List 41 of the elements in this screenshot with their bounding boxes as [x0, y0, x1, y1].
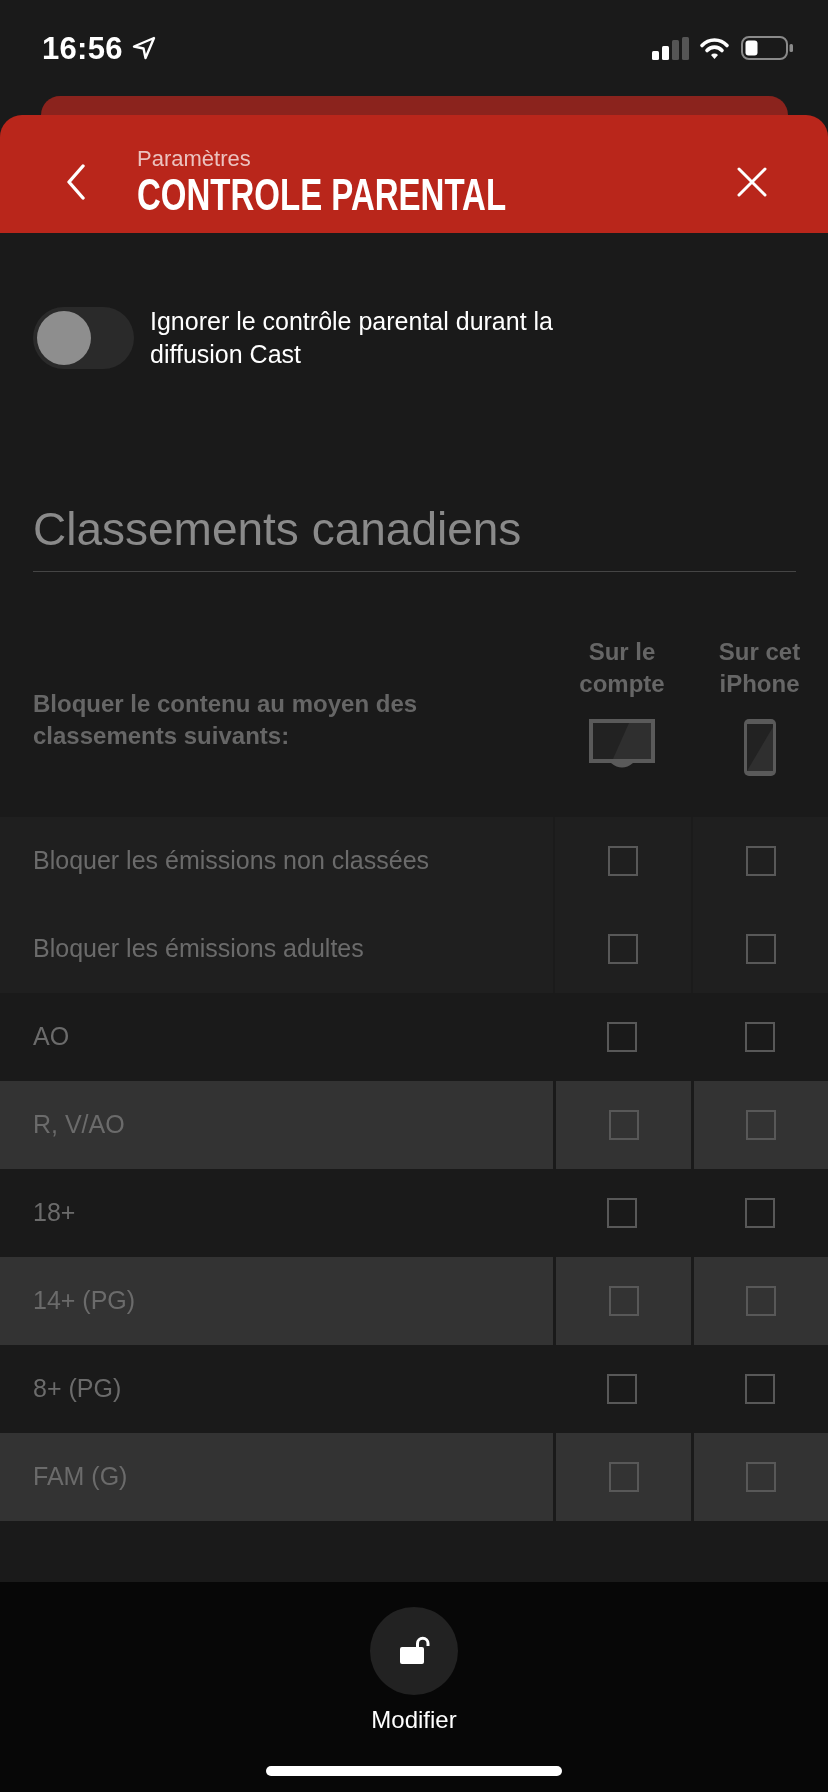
row-label: 8+ (PG): [32, 1373, 123, 1405]
section-title: Classements canadiens: [32, 502, 523, 557]
checkbox[interactable]: [607, 1022, 637, 1052]
smartphone-icon: [743, 719, 776, 776]
row-label: AO: [32, 1021, 71, 1053]
header-title: CONTROLE PARENTAL: [137, 172, 507, 217]
checkbox[interactable]: [745, 934, 776, 964]
checkbox[interactable]: [608, 934, 638, 964]
checkbox[interactable]: [608, 1462, 639, 1492]
checkbox[interactable]: [608, 1110, 639, 1140]
checkbox[interactable]: [744, 1198, 775, 1228]
header-subtitle: Paramètres: [137, 146, 251, 171]
battery-icon: [741, 36, 793, 60]
checkbox[interactable]: [607, 1198, 637, 1228]
checkbox[interactable]: [607, 1374, 637, 1404]
checkbox[interactable]: [744, 1374, 775, 1404]
checkbox[interactable]: [745, 846, 776, 876]
column-header: Sur cet iPhone: [717, 637, 802, 699]
checkbox[interactable]: [746, 1462, 776, 1492]
table-heading: Bloquer le contenu au moyen des classements suivants:: [32, 689, 419, 751]
checkbox[interactable]: [608, 846, 638, 876]
row-label: 18+: [32, 1197, 77, 1229]
checkbox[interactable]: [746, 1286, 776, 1316]
row-label: R, V/AO: [32, 1109, 126, 1141]
row-label: Bloquer les émissions adultes: [32, 933, 365, 965]
status-time: 16:56: [42, 32, 123, 64]
checkbox[interactable]: [608, 1286, 639, 1316]
row-label: Bloquer les émissions non classées: [32, 845, 431, 877]
row-label: 14+ (PG): [32, 1285, 137, 1317]
toggle-label: Ignorer le contrôle parental durant la diffusion Cast: [150, 306, 555, 370]
modify-button[interactable]: Modifier: [370, 1607, 458, 1735]
chevron-left-icon: [66, 163, 86, 200]
row-label: FAM (G): [32, 1461, 129, 1493]
wifi-icon: [699, 36, 730, 60]
unlock-icon: [370, 1607, 458, 1695]
checkbox[interactable]: [744, 1022, 775, 1052]
location-arrow-icon: [131, 36, 156, 60]
signal-icon: [652, 36, 689, 60]
checkbox[interactable]: [746, 1110, 776, 1140]
close-icon: [737, 166, 767, 197]
column-header: Sur le compte: [578, 637, 666, 699]
